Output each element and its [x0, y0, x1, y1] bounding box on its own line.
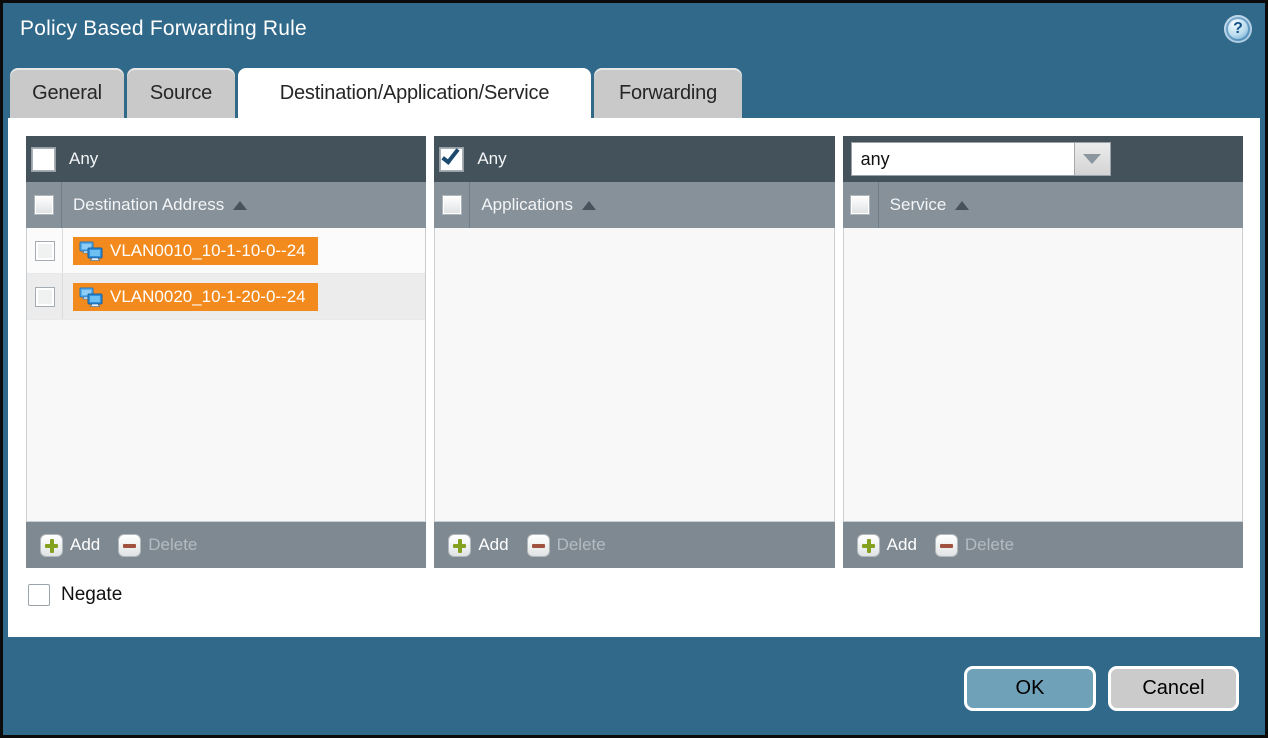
plus-icon [857, 534, 880, 557]
applications-select-all-checkbox[interactable] [442, 195, 462, 215]
destination-header-bar: Destination Address [26, 182, 426, 228]
service-select-all-checkbox[interactable] [850, 195, 870, 215]
destination-select-all-checkbox[interactable] [34, 195, 54, 215]
dialog-actions: OK Cancel [964, 666, 1239, 711]
delete-button[interactable]: Delete [118, 534, 197, 557]
service-column-header[interactable]: Service [890, 195, 947, 215]
columns-container: Any Destination Address [26, 136, 1243, 568]
applications-list [434, 228, 834, 522]
address-object[interactable]: VLAN0010_10-1-10-0--24 [73, 237, 318, 265]
destination-any-bar: Any [26, 136, 426, 182]
chevron-down-icon[interactable] [1074, 143, 1110, 175]
applications-column: Any Applications Add Delete [434, 136, 834, 568]
negate-checkbox[interactable] [28, 584, 50, 606]
minus-icon [118, 534, 141, 557]
applications-any-checkbox[interactable] [440, 148, 463, 171]
tab-destination-application-service[interactable]: Destination/Application/Service [238, 68, 591, 118]
tab-forwarding[interactable]: Forwarding [594, 68, 742, 118]
applications-footer-bar: Add Delete [434, 522, 834, 568]
tab-content-panel: Any Destination Address [8, 118, 1260, 637]
applications-column-header[interactable]: Applications [481, 195, 573, 215]
policy-forwarding-dialog: Policy Based Forwarding Rule ? General S… [0, 0, 1268, 738]
destination-list: VLAN0010_10-1-10-0--24 [26, 228, 426, 522]
sort-asc-icon[interactable] [582, 201, 596, 210]
dialog-title: Policy Based Forwarding Rule [20, 17, 307, 41]
applications-header-bar: Applications [434, 182, 834, 228]
help-icon[interactable]: ? [1224, 15, 1252, 43]
applications-any-bar: Any [434, 136, 834, 182]
applications-any-label: Any [477, 149, 506, 169]
service-column: any Service Add [843, 136, 1243, 568]
check-icon [442, 145, 460, 165]
plus-icon [448, 534, 471, 557]
network-icon [79, 286, 103, 308]
cancel-button[interactable]: Cancel [1108, 666, 1239, 711]
delete-button[interactable]: Delete [935, 534, 1014, 557]
address-object[interactable]: VLAN0020_10-1-20-0--24 [73, 283, 318, 311]
destination-any-label: Any [69, 149, 98, 169]
service-dropdown[interactable]: any [851, 142, 1111, 176]
address-row[interactable]: VLAN0010_10-1-10-0--24 [27, 228, 425, 274]
add-button[interactable]: Add [857, 534, 917, 557]
service-header-bar: Service [843, 182, 1243, 228]
delete-button[interactable]: Delete [527, 534, 606, 557]
address-row[interactable]: VLAN0020_10-1-20-0--24 [27, 274, 425, 320]
destination-column-header[interactable]: Destination Address [73, 195, 224, 215]
negate-option: Negate [28, 584, 122, 606]
destination-address-column: Any Destination Address [26, 136, 426, 568]
destination-any-checkbox[interactable] [32, 148, 55, 171]
service-dropdown-value[interactable]: any [852, 143, 1074, 175]
add-button[interactable]: Add [448, 534, 508, 557]
service-footer-bar: Add Delete [843, 522, 1243, 568]
tab-bar: General Source Destination/Application/S… [10, 68, 742, 118]
minus-icon [527, 534, 550, 557]
tab-source[interactable]: Source [127, 68, 235, 118]
destination-footer-bar: Add Delete [26, 522, 426, 568]
negate-label: Negate [61, 584, 122, 606]
tab-general[interactable]: General [10, 68, 124, 118]
sort-asc-icon[interactable] [955, 201, 969, 210]
plus-icon [40, 534, 63, 557]
add-button[interactable]: Add [40, 534, 100, 557]
row-checkbox[interactable] [35, 287, 55, 307]
minus-icon [935, 534, 958, 557]
address-label: VLAN0020_10-1-20-0--24 [110, 287, 306, 307]
network-icon [79, 240, 103, 262]
ok-button[interactable]: OK [964, 666, 1096, 711]
service-dropdown-bar: any [843, 136, 1243, 182]
row-checkbox[interactable] [35, 241, 55, 261]
service-list [843, 228, 1243, 522]
sort-asc-icon[interactable] [233, 201, 247, 210]
address-label: VLAN0010_10-1-10-0--24 [110, 241, 306, 261]
